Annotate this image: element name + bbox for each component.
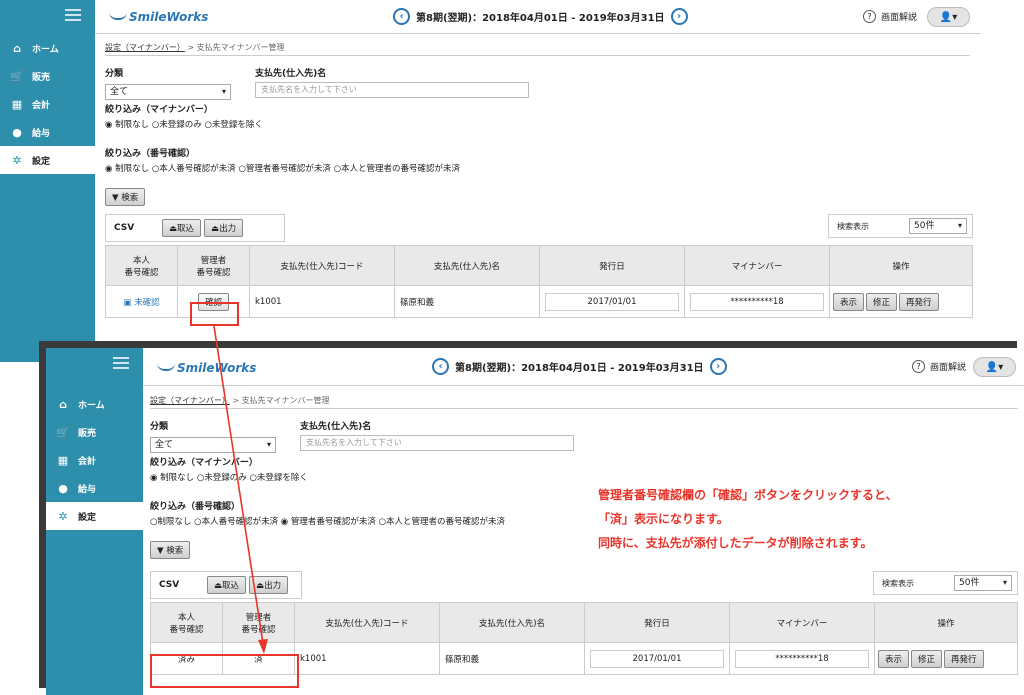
- annotation-arrow: [213, 325, 268, 654]
- annotation-note: 管理者番号確認欄の「確認」ボタンをクリックすると、 「済」表示になります。 同時…: [598, 483, 898, 555]
- annotation-line-3: 同時に、支払先が添付したデータが削除されます。: [598, 536, 873, 550]
- arrow-line: [213, 325, 265, 651]
- arrow-head: [258, 639, 268, 654]
- annotation-line-2: 「済」表示になります。: [598, 512, 729, 526]
- annotation-line-1: 管理者番号確認欄の「確認」ボタンをクリックすると、: [598, 488, 898, 502]
